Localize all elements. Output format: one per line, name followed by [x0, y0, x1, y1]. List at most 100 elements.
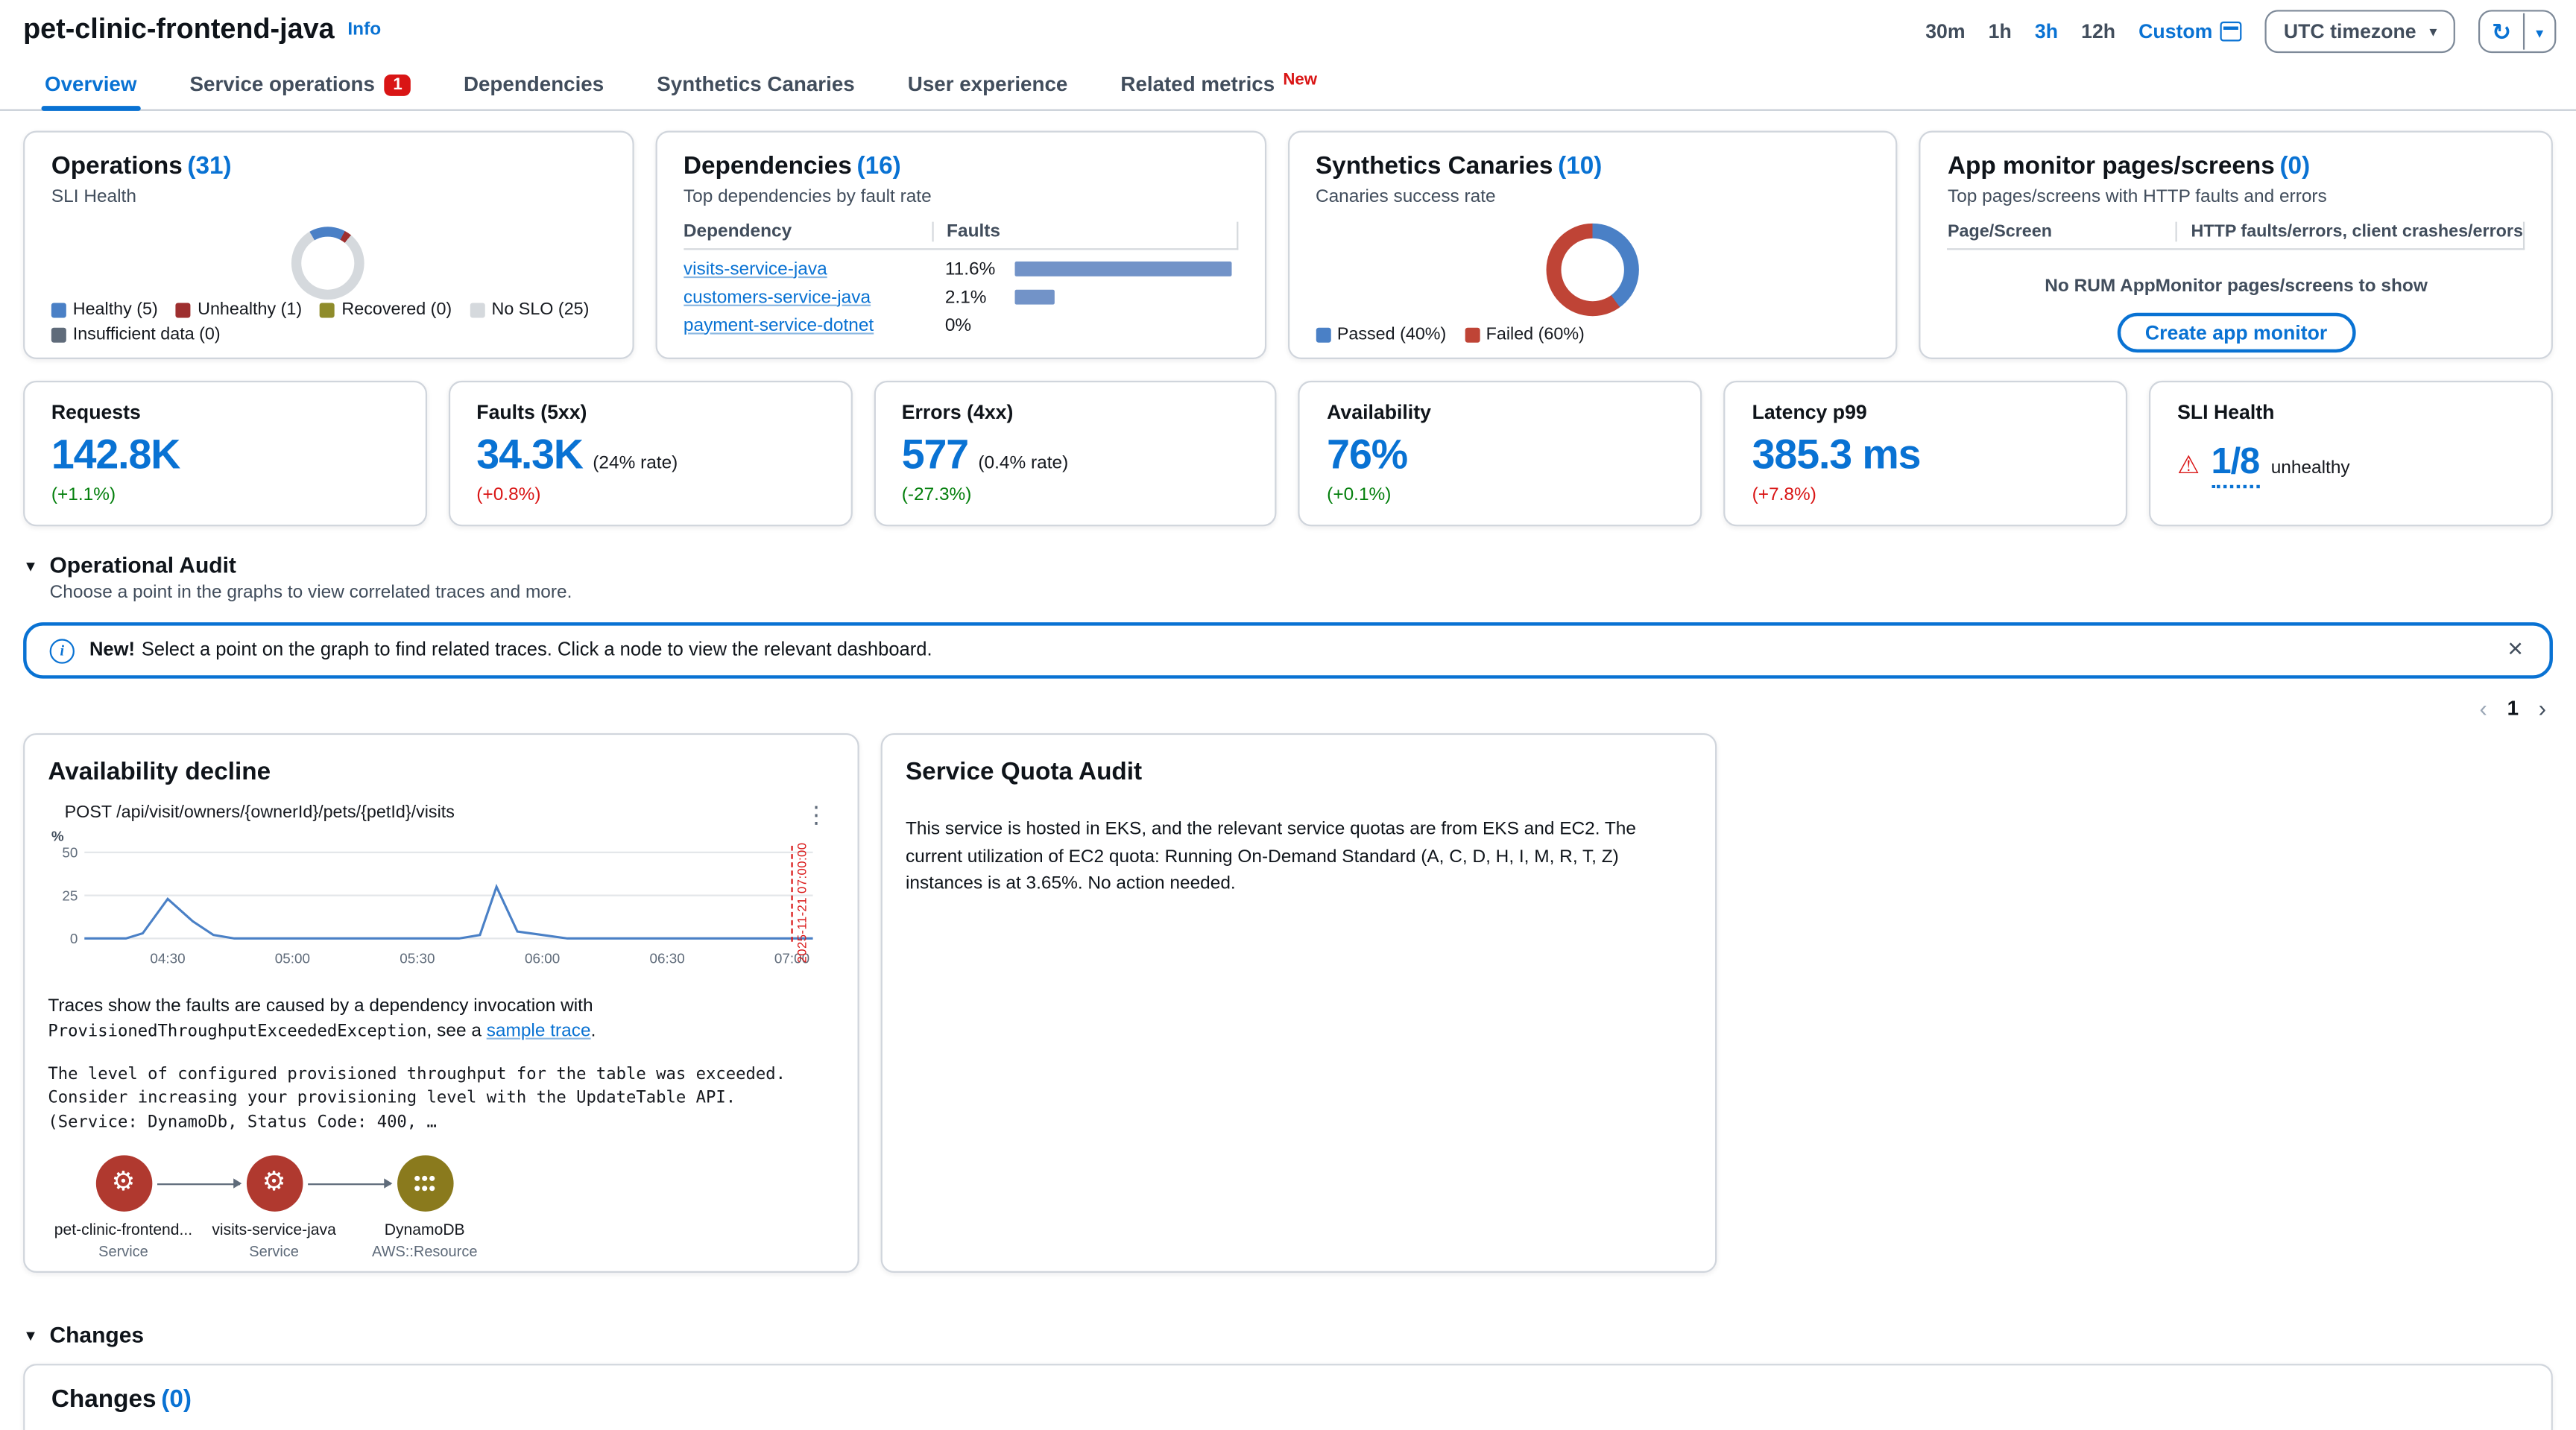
- card-title: Changes: [51, 1385, 157, 1414]
- tab-user-experience[interactable]: User experience: [904, 73, 1070, 110]
- refresh-options-button[interactable]: ▾: [2525, 20, 2554, 43]
- tab-label: Overview: [45, 73, 136, 96]
- refresh-button[interactable]: ↻: [2480, 17, 2523, 45]
- app-window: pet-clinic-frontend-javaInfo 30m 1h 3h 1…: [0, 0, 2576, 1364]
- availability-metric-card: Availability 76% (+0.1%): [1298, 381, 1702, 526]
- card-count[interactable]: (31): [187, 152, 231, 180]
- metric-trend: (-27.3%): [902, 485, 1249, 505]
- card-count[interactable]: (16): [856, 152, 900, 180]
- fault-rate-bar: [1014, 262, 1231, 276]
- next-page-icon[interactable]: ›: [2539, 695, 2546, 722]
- metric-value: 577: [902, 432, 968, 480]
- card-subtitle: Top dependencies by fault rate: [684, 187, 1238, 207]
- dependency-link[interactable]: payment-service-dotnet: [684, 315, 932, 335]
- table-row: customers-service-java 2.1%: [684, 283, 1238, 311]
- metric-value-row: 76%: [1327, 432, 1674, 480]
- tab-label: Related metrics: [1120, 73, 1275, 96]
- x-axis-tick: 06:00: [520, 950, 566, 966]
- custom-range-button[interactable]: Custom: [2138, 20, 2242, 43]
- tab-overview[interactable]: Overview: [42, 73, 140, 110]
- kebab-menu-icon[interactable]: ⋮: [798, 803, 835, 826]
- node-type: Service: [199, 1244, 350, 1260]
- metric-value: 142.8K: [51, 432, 180, 480]
- node-name: visits-service-java: [199, 1222, 350, 1240]
- edge-arrow: [308, 1184, 391, 1186]
- metric-title: Availability: [1327, 401, 1674, 424]
- fault-rate-value: 0%: [932, 315, 1014, 335]
- fault-rate-value: 2.1%: [932, 287, 1014, 307]
- tab-service-operations[interactable]: Service operations1: [186, 73, 414, 110]
- tab-label: Dependencies: [464, 73, 604, 96]
- sli-health-donut[interactable]: [292, 227, 365, 300]
- legend-label: Passed (40%): [1337, 324, 1446, 344]
- tab-synthetics-canaries[interactable]: Synthetics Canaries: [654, 73, 858, 110]
- column-header-http-faults: HTTP faults/errors, client crashes/error…: [2176, 222, 2522, 242]
- card-title: Availability decline: [48, 758, 834, 786]
- x-axis-tick: 05:00: [269, 950, 315, 966]
- canaries-donut[interactable]: [1547, 224, 1639, 316]
- metric-title: Errors (4xx): [902, 401, 1249, 424]
- availability-chart[interactable]: % 0255004:3005:0005:3006:0006:3007:00202…: [48, 829, 834, 981]
- time-range-1h[interactable]: 1h: [1989, 20, 2012, 43]
- latency-metric-card: Latency p99 385.3 ms (+7.8%): [1724, 381, 2128, 526]
- node-type: Service: [48, 1244, 198, 1260]
- empty-state-text: No RUM AppMonitor pages/screens to show: [1948, 276, 2525, 297]
- legend-swatch: [321, 302, 335, 317]
- gear-icon: ⚙: [262, 1171, 286, 1198]
- metric-rate: (0.4% rate): [978, 454, 1068, 474]
- legend-item: Insufficient data (0): [51, 324, 221, 344]
- error-detail-text: The level of configured provisioned thro…: [48, 1064, 834, 1136]
- tab-related-metrics[interactable]: Related metrics New: [1117, 72, 1320, 110]
- time-range-30m[interactable]: 30m: [1925, 20, 1965, 43]
- legend-swatch: [176, 302, 191, 317]
- operational-audit-toggle[interactable]: ▼ Operational Audit: [23, 553, 2553, 578]
- node-name: DynamoDB: [350, 1222, 500, 1240]
- metric-value-row: 34.3K(24% rate): [476, 432, 824, 480]
- card-count[interactable]: (0): [2279, 152, 2310, 180]
- metric-value-row: 142.8K: [51, 432, 399, 480]
- card-subtitle: Canaries success rate: [1316, 187, 1870, 207]
- metric-value: 385.3 ms: [1752, 432, 1921, 480]
- close-icon[interactable]: ×: [2504, 637, 2527, 664]
- service-node: ⚙ visits-service-java Service: [199, 1156, 350, 1271]
- metric-cards-row: Requests 142.8K (+1.1%) Faults (5xx) 34.…: [23, 381, 2553, 526]
- metric-trend: (+0.8%): [476, 485, 824, 505]
- finding-suffix: .: [591, 1022, 596, 1042]
- page-number[interactable]: 1: [2507, 697, 2519, 720]
- resource-node-circle[interactable]: [397, 1156, 453, 1212]
- column-header-faults: Faults: [932, 222, 1236, 242]
- create-app-monitor-button[interactable]: Create app monitor: [2117, 313, 2355, 352]
- sli-value-row: ⚠ 1/8 unhealthy: [2177, 440, 2525, 488]
- tab-dependencies[interactable]: Dependencies: [461, 73, 607, 110]
- y-axis-tick: 25: [48, 888, 78, 904]
- card-count[interactable]: (10): [1558, 152, 1602, 180]
- legend-label: Recovered (0): [341, 300, 452, 320]
- sample-trace-link[interactable]: sample trace: [487, 1022, 591, 1042]
- time-range-3h[interactable]: 3h: [2035, 20, 2058, 43]
- card-subtitle: SLI Health: [51, 187, 606, 207]
- service-node-circle[interactable]: ⚙: [95, 1156, 152, 1212]
- card-header: Synthetics Canaries(10): [1316, 152, 1870, 182]
- dependency-link[interactable]: customers-service-java: [684, 287, 932, 307]
- tab-label: Service operations: [190, 73, 375, 96]
- previous-page-icon[interactable]: ‹: [2480, 695, 2487, 722]
- time-range-12h[interactable]: 12h: [2081, 20, 2115, 43]
- changes-toggle[interactable]: ▼ Changes: [23, 1323, 2553, 1347]
- chevron-down-icon: ▾: [2429, 22, 2437, 40]
- time-controls: 30m 1h 3h 12h Custom UTC timezone ▾ ↻ ▾: [1925, 10, 2556, 53]
- new-flag: New: [1283, 72, 1317, 89]
- metric-rate: (24% rate): [593, 454, 678, 474]
- sli-health-value[interactable]: 1/8: [2212, 440, 2260, 488]
- timezone-dropdown[interactable]: UTC timezone ▾: [2265, 10, 2455, 53]
- quota-body-text: This service is hosted in EKS, and the r…: [906, 816, 1692, 898]
- info-link[interactable]: Info: [347, 20, 381, 40]
- service-node-circle[interactable]: ⚙: [246, 1156, 303, 1212]
- legend-label: Failed (60%): [1486, 324, 1585, 344]
- gear-icon: ⚙: [112, 1171, 136, 1198]
- resource-node: DynamoDB AWS::Resource: [350, 1156, 500, 1271]
- topbar: pet-clinic-frontend-javaInfo 30m 1h 3h 1…: [0, 0, 2576, 63]
- dependency-link[interactable]: visits-service-java: [684, 259, 932, 279]
- exception-name: ProvisionedThroughputExceededException: [48, 1024, 426, 1042]
- legend-label: Unhealthy (1): [198, 300, 302, 320]
- dependencies-card: Dependencies(16) Top dependencies by fau…: [655, 130, 1266, 359]
